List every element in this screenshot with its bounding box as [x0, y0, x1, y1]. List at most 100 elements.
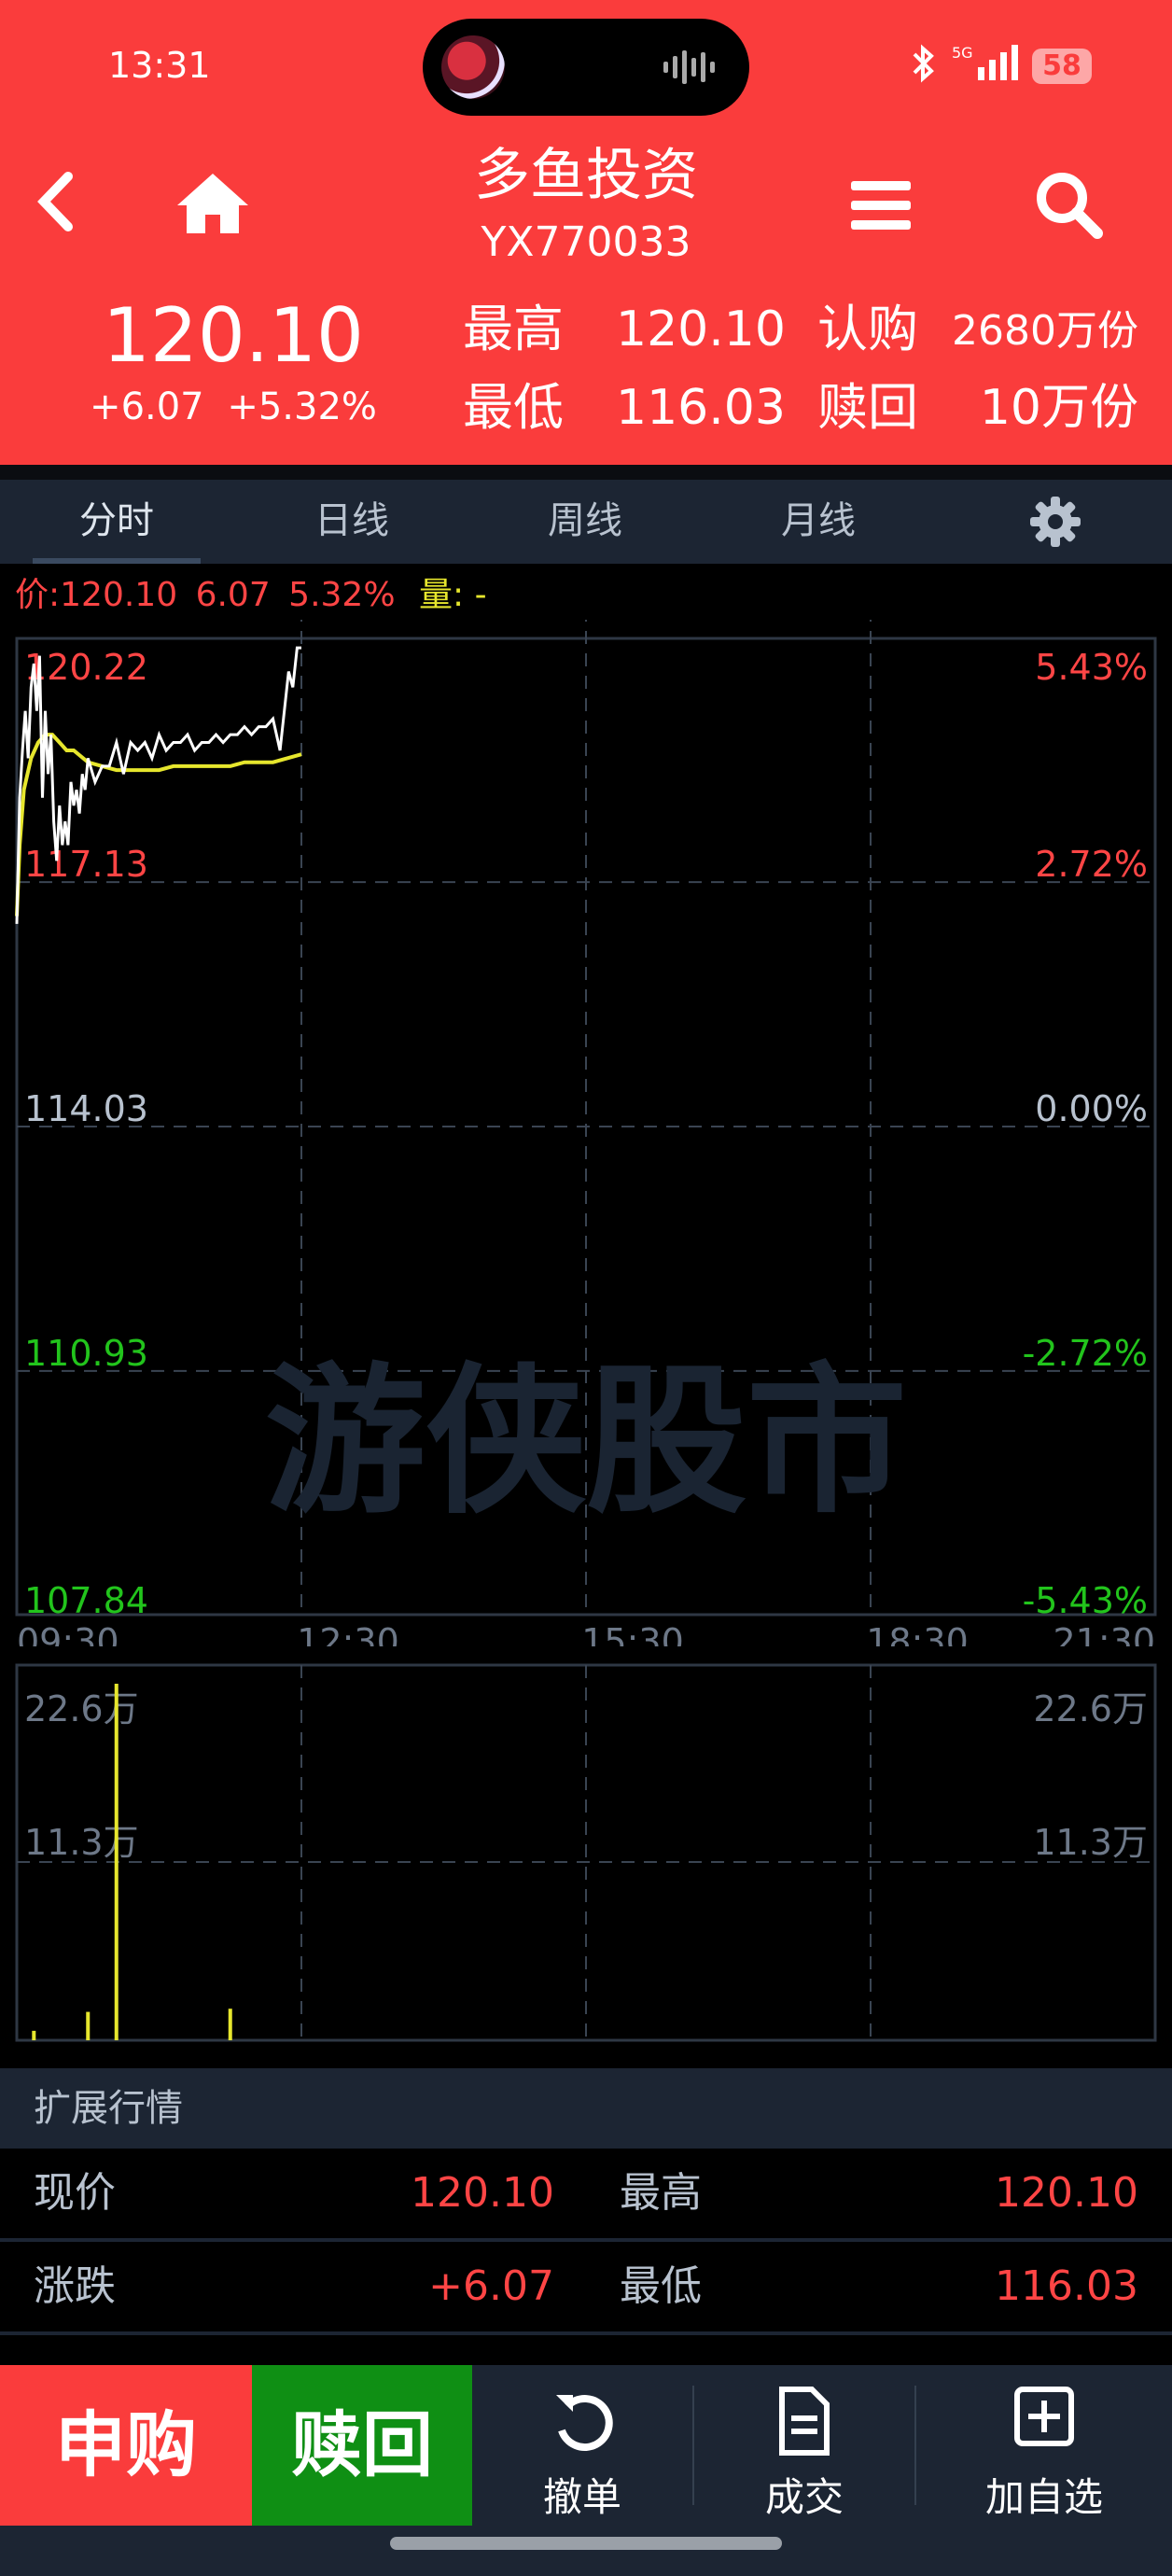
bluetooth-icon — [913, 44, 934, 83]
ext-label-current: 现价 — [34, 2169, 116, 2217]
deals-button[interactable]: 成交 — [694, 2365, 914, 2526]
y-tick-left: 110.93 — [24, 1333, 148, 1374]
chart-area: 价:120.10 6.07 5.32% 量: - 游侠股市 120.22 117.… — [0, 564, 1172, 2068]
y-tick-right: 2.72% — [1035, 844, 1148, 885]
low-value: 116.03 — [616, 380, 786, 436]
x-tick-label: 12:30 — [297, 1621, 399, 1646]
back-chevron-icon — [37, 172, 73, 231]
gear-icon — [1030, 497, 1081, 547]
redeem-label: 赎回 — [817, 378, 918, 437]
price-change: +6.07 +5.32% — [56, 383, 411, 431]
svg-text:5G: 5G — [952, 44, 973, 62]
x-tick-label: 18:30 — [866, 1621, 969, 1646]
time-axis-labels: 09:30 12:30 15:30 18:30 21:30 — [17, 1621, 1155, 1646]
fund-code: YX770033 — [481, 218, 691, 266]
ext-label-high: 最高 — [620, 2169, 702, 2217]
volume-bar — [114, 1684, 119, 2040]
add-watchlist-button[interactable]: 加自选 — [916, 2365, 1172, 2526]
ext-row: 涨跌 +6.07 最低 116.03 — [0, 2242, 1172, 2331]
back-button[interactable] — [19, 164, 93, 239]
change-value: +6.07 — [90, 385, 204, 428]
change-percent: +5.32% — [227, 385, 377, 428]
volume-grid — [17, 1665, 1155, 2040]
volume-bar — [228, 2009, 232, 2040]
document-icon — [779, 2387, 830, 2456]
extended-quotes-header: 扩展行情 — [0, 2068, 1172, 2149]
y-tick-right: 0.00% — [1035, 1088, 1148, 1129]
low-label: 最低 — [463, 378, 564, 437]
volume-chart: 22.6万 11.3万 22.6万 11.3万 — [15, 1663, 1157, 2042]
ext-row: 现价 120.10 最高 120.10 — [0, 2149, 1172, 2238]
tab-monthly[interactable]: 月线 — [734, 480, 902, 564]
status-time: 13:31 — [108, 45, 211, 86]
volume-bar — [32, 2030, 36, 2040]
info-volume: - — [464, 576, 487, 614]
redeem-value: 10万份 — [979, 380, 1138, 436]
cancel-order-label: 撤单 — [542, 2474, 621, 2520]
chart-settings-button[interactable] — [1026, 493, 1084, 551]
fund-name: 多鱼投资 — [474, 143, 698, 208]
x-tick-label: 09:30 — [17, 1621, 119, 1646]
ext-label-low: 最低 — [620, 2262, 702, 2310]
y-tick-left: 117.13 — [24, 844, 148, 885]
undo-icon — [556, 2395, 613, 2451]
subscribe-label: 认购 — [817, 300, 918, 358]
chart-info-line: 价:120.10 6.07 5.32% 量: - — [15, 573, 487, 618]
media-avatar-icon — [441, 35, 505, 99]
info-price: 120.10 — [60, 576, 178, 614]
y-tick-left: 114.03 — [24, 1088, 148, 1129]
menu-button[interactable] — [840, 164, 922, 246]
add-watchlist-label: 加自选 — [984, 2474, 1103, 2520]
tab-intraday[interactable]: 分时 — [33, 480, 201, 564]
home-indicator-area — [0, 2526, 1172, 2576]
period-tabs: 分时 日线 周线 月线 — [0, 480, 1172, 564]
high-label: 最高 — [463, 300, 564, 358]
tab-daily[interactable]: 日线 — [268, 480, 436, 564]
search-button[interactable] — [1025, 161, 1114, 250]
x-tick-label: 15:30 — [581, 1621, 684, 1646]
y-tick-left: 120.22 — [24, 647, 148, 688]
search-icon — [1037, 173, 1103, 239]
ext-row-partial — [0, 2335, 1172, 2365]
ext-value-current: 120.10 — [411, 2169, 554, 2217]
ext-value-low: 116.03 — [995, 2262, 1138, 2310]
volume-y-tick-right: 11.3万 — [1033, 1822, 1148, 1863]
high-value: 120.10 — [616, 301, 786, 357]
quote-header: 13:31 5G 58 多鱼投资 YX770033 120.10 +6.07 +… — [0, 0, 1172, 465]
y-tick-left: 107.84 — [24, 1580, 148, 1621]
x-tick-label: 21:30 — [1053, 1621, 1155, 1646]
subscribe-value: 2680万份 — [952, 307, 1138, 355]
volume-y-tick-right: 22.6万 — [1033, 1688, 1148, 1729]
ext-value-high: 120.10 — [995, 2169, 1138, 2217]
volume-y-tick-left: 22.6万 — [24, 1688, 139, 1729]
bottom-toolbar: 申购 赎回 撤单 成交 加自选 — [0, 2365, 1172, 2526]
cancel-order-button[interactable]: 撤单 — [472, 2365, 692, 2526]
home-button[interactable] — [168, 159, 258, 248]
watermark: 游侠股市 — [265, 1348, 907, 1535]
info-volume-prefix: 量: — [419, 576, 465, 614]
audio-wave-icon — [663, 50, 715, 84]
add-square-icon — [1014, 2387, 1074, 2446]
info-price-prefix: 价: — [15, 576, 61, 614]
deals-label: 成交 — [764, 2474, 844, 2520]
tab-weekly[interactable]: 周线 — [501, 480, 669, 564]
y-tick-right: 5.43% — [1035, 647, 1148, 688]
info-change: 6.07 — [195, 576, 271, 614]
current-price: 120.10 — [103, 292, 364, 379]
menu-icon — [851, 181, 911, 230]
volume-bar — [86, 2011, 91, 2040]
y-tick-right: -5.43% — [1023, 1580, 1148, 1621]
volume-y-tick-left: 11.3万 — [24, 1822, 139, 1863]
subscribe-button[interactable]: 申购 — [0, 2365, 252, 2526]
ext-value-change: +6.07 — [428, 2262, 554, 2310]
home-icon — [177, 174, 248, 233]
battery-icon: 58 — [1032, 49, 1092, 84]
ext-label-change: 涨跌 — [34, 2262, 116, 2310]
y-tick-right: -2.72% — [1023, 1333, 1148, 1374]
redeem-button[interactable]: 赎回 — [252, 2365, 472, 2526]
info-change-pct: 5.32% — [288, 576, 396, 614]
extended-quotes-title: 扩展行情 — [34, 2087, 183, 2130]
intraday-price-chart: 游侠股市 120.22 117.13 114.03 110.93 107.84 5.43%… — [15, 620, 1157, 1646]
dynamic-island — [423, 19, 749, 116]
signal-5g-icon: 5G — [952, 44, 1018, 80]
